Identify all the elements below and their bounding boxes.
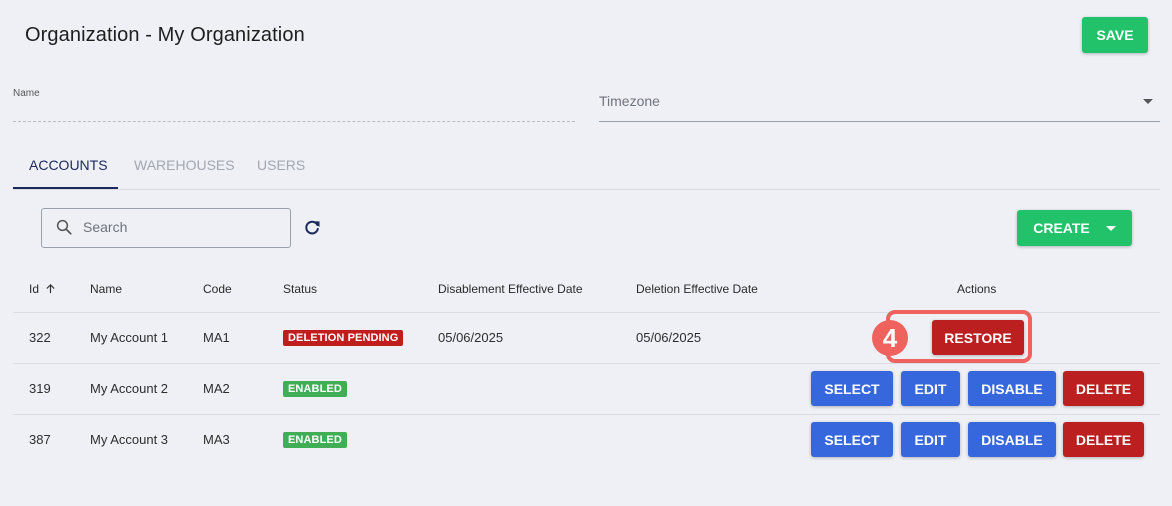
tabs-divider (13, 189, 1160, 190)
delete-button[interactable]: DELETE (1063, 371, 1144, 406)
column-header-disablement-date[interactable]: Disablement Effective Date (438, 282, 583, 296)
timezone-underline (599, 121, 1160, 122)
cell-id: 387 (29, 432, 51, 447)
cell-id: 319 (29, 381, 51, 396)
edit-button[interactable]: EDIT (901, 371, 960, 406)
cell-code: MA1 (203, 330, 230, 345)
chevron-down-icon[interactable] (1143, 99, 1153, 104)
search-icon (56, 219, 72, 235)
create-button[interactable]: CREATE (1017, 210, 1132, 246)
cell-name: My Account 1 (90, 330, 169, 345)
cell-deletion-date: 05/06/2025 (636, 330, 702, 345)
timezone-select[interactable]: Timezone (599, 93, 660, 109)
disable-button[interactable]: DISABLE (968, 371, 1056, 406)
edit-button[interactable]: EDIT (901, 422, 960, 457)
status-badge: ENABLED (283, 381, 347, 397)
column-header-id[interactable]: Id (29, 282, 56, 296)
tab-users[interactable]: USERS (257, 157, 305, 173)
name-field-label: Name (13, 88, 40, 99)
cell-id: 322 (29, 330, 51, 345)
column-header-actions: Actions (957, 282, 997, 296)
column-header-name[interactable]: Name (90, 282, 122, 296)
save-button[interactable]: SAVE (1082, 17, 1148, 53)
row-divider (13, 363, 1160, 364)
disable-button[interactable]: DISABLE (968, 422, 1056, 457)
search-input[interactable] (83, 217, 273, 237)
cell-code: MA2 (203, 381, 230, 396)
name-field[interactable] (13, 121, 575, 122)
column-header-status[interactable]: Status (283, 282, 317, 296)
tab-accounts[interactable]: ACCOUNTS (29, 157, 108, 173)
step-badge: 4 (872, 320, 908, 356)
create-button-label: CREATE (1033, 220, 1090, 236)
status-badge: ENABLED (283, 432, 347, 448)
row-divider (13, 414, 1160, 415)
select-button[interactable]: SELECT (811, 422, 893, 457)
refresh-icon[interactable] (302, 218, 322, 238)
cell-disablement-date: 05/06/2025 (438, 330, 504, 345)
cell-name: My Account 3 (90, 432, 169, 447)
tab-warehouses[interactable]: WAREHOUSES (134, 157, 235, 173)
column-header-id-label: Id (29, 282, 40, 296)
caret-down-icon (1105, 225, 1116, 231)
delete-button[interactable]: DELETE (1063, 422, 1144, 457)
page-title: Organization - My Organization (25, 24, 305, 46)
sort-ascending-icon[interactable] (45, 283, 56, 294)
active-tab-indicator (13, 187, 118, 189)
column-header-code[interactable]: Code (203, 282, 232, 296)
cell-name: My Account 2 (90, 381, 169, 396)
column-header-deletion-date[interactable]: Deletion Effective Date (636, 282, 758, 296)
cell-code: MA3 (203, 432, 230, 447)
select-button[interactable]: SELECT (811, 371, 893, 406)
status-badge: DELETION PENDING (283, 330, 404, 346)
